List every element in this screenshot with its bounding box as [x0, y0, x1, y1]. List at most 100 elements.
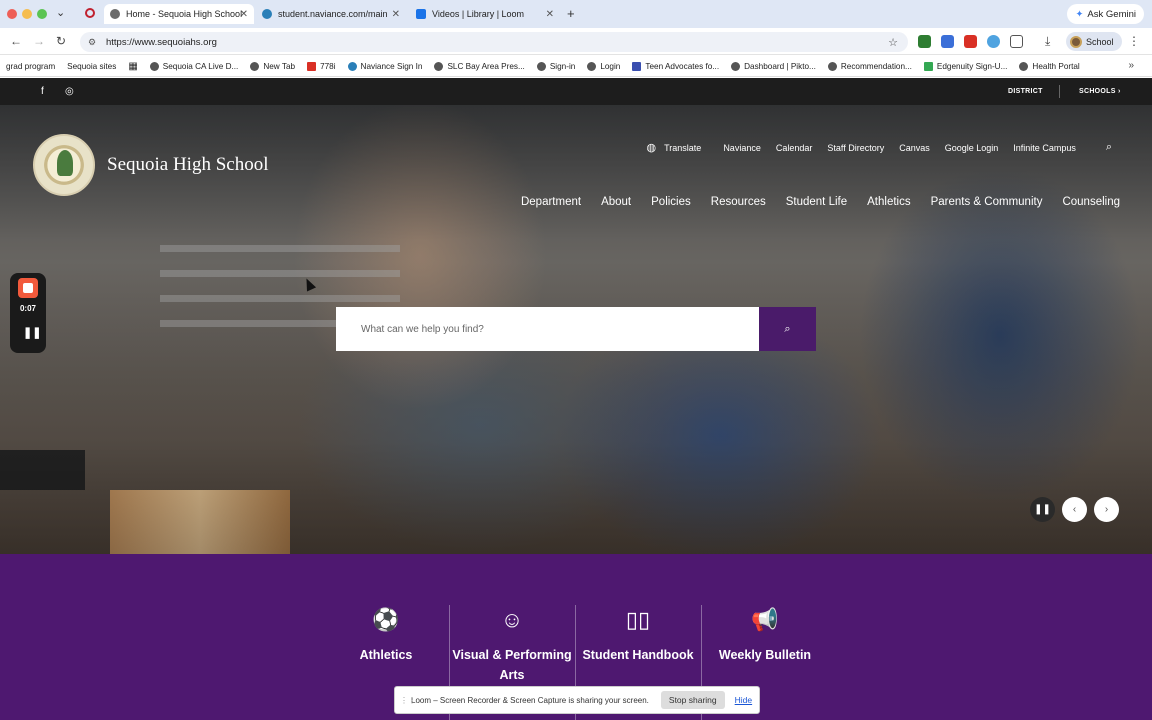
address-toolbar: ← → ↻ ⚙ https://www.sequoiahs.org ☆ ⤓: [0, 28, 1152, 55]
schools-link[interactable]: SCHOOLS ›: [1079, 88, 1121, 95]
back-button[interactable]: ←: [10, 34, 22, 48]
site-info-icon[interactable]: ⚙: [88, 37, 98, 47]
quick-link-label: Visual & Performing Arts: [452, 648, 572, 682]
chevron-right-icon: ›: [1104, 504, 1109, 515]
reload-button[interactable]: ↻: [56, 34, 66, 48]
browser-menu-icon[interactable]: ⋮: [1128, 34, 1140, 48]
avatar: [1070, 35, 1082, 48]
bookmark-item[interactable]: Teen Advocates fo...: [632, 61, 719, 71]
stop-recording-button[interactable]: [18, 278, 38, 298]
nav-student-life[interactable]: Student Life: [786, 196, 847, 208]
maximize-window-icon[interactable]: [37, 9, 47, 19]
theater-masks-icon: ☺: [500, 607, 524, 632]
slideshow-pause-button[interactable]: ❚❚: [1030, 497, 1055, 522]
nav-about[interactable]: About: [601, 196, 631, 208]
bookmark-item[interactable]: Sign-in: [536, 61, 576, 71]
site-search-button[interactable]: ⌕: [759, 307, 816, 351]
bookmark-label: Health Portal: [1032, 61, 1080, 71]
tab-search-icon[interactable]: ⌄: [56, 6, 65, 19]
bookmark-item[interactable]: Naviance Sign In: [347, 61, 423, 71]
translate-link[interactable]: Translate: [664, 143, 701, 153]
calendar-link[interactable]: Calendar: [776, 143, 813, 153]
site-icon: [632, 61, 642, 71]
bookmark-label: Naviance Sign In: [360, 61, 423, 71]
bookmark-label: Sign-in: [549, 61, 576, 71]
login-icon: [587, 61, 597, 71]
close-tab-icon[interactable]: ✕: [392, 9, 400, 20]
gmail-icon: [307, 61, 317, 71]
url-bar[interactable]: ⚙ https://www.sequoiahs.org ☆: [80, 32, 908, 52]
close-tab-icon[interactable]: ✕: [546, 9, 554, 20]
tab-sequoia-home[interactable]: Home - Sequoia High School ✕: [104, 4, 254, 24]
book-icon: ▯▯: [625, 607, 651, 632]
pause-recording-button[interactable]: ❚❚: [23, 326, 41, 339]
bookmark-item[interactable]: SLC Bay Area Pres...: [434, 61, 525, 71]
bookmark-item[interactable]: Recommendation...: [827, 61, 912, 71]
school-name[interactable]: Sequoia High School: [107, 154, 269, 176]
nav-resources[interactable]: Resources: [711, 196, 766, 208]
bookmark-label: Sequoia sites: [67, 61, 117, 71]
hide-button[interactable]: Hide: [735, 695, 752, 705]
bookmark-item[interactable]: Login: [587, 61, 620, 71]
forward-button[interactable]: →: [33, 34, 45, 48]
site-search-input[interactable]: What can we help you find?: [336, 307, 759, 351]
close-window-icon[interactable]: [7, 9, 17, 19]
ask-gemini-button[interactable]: ✦ Ask Gemini: [1067, 4, 1144, 24]
slideshow-next-button[interactable]: ›: [1094, 497, 1119, 522]
bookmark-item[interactable]: Health Portal: [1019, 61, 1080, 71]
facebook-icon[interactable]: f: [41, 86, 44, 97]
nav-athletics[interactable]: Athletics: [867, 196, 910, 208]
extension-icon[interactable]: [964, 35, 977, 48]
apps-grid-icon[interactable]: ▦: [128, 61, 137, 72]
drag-handle-icon[interactable]: ⋮⋮: [400, 696, 416, 705]
stop-sharing-button[interactable]: Stop sharing: [660, 691, 725, 709]
main-nav: Department About Policies Resources Stud…: [501, 196, 1152, 208]
bookmark-sequoia-sites[interactable]: Sequoia sites: [67, 62, 116, 71]
globe-icon: [262, 9, 272, 19]
nav-policies[interactable]: Policies: [651, 196, 691, 208]
new-tab-button[interactable]: +: [567, 6, 575, 21]
profile-chip[interactable]: School: [1066, 32, 1122, 51]
hero-banner: Sequoia High School ◍ Translate Naviance…: [0, 105, 1152, 554]
staff-directory-link[interactable]: Staff Directory: [827, 143, 884, 153]
download-icon[interactable]: ⤓: [1045, 34, 1050, 49]
bookmark-item[interactable]: Edgenuity Sign-U...: [923, 61, 1007, 71]
district-link[interactable]: DISTRICT: [1008, 88, 1043, 95]
bookmark-item[interactable]: Sequoia CA Live D...: [149, 61, 239, 71]
extensions-puzzle-icon[interactable]: [1010, 35, 1023, 48]
nav-counseling[interactable]: Counseling: [1062, 196, 1120, 208]
globe-icon[interactable]: ◍: [647, 141, 657, 154]
nav-parents-community[interactable]: Parents & Community: [931, 196, 1043, 208]
google-login-link[interactable]: Google Login: [945, 143, 999, 153]
screen-share-notification: ⋮⋮ Loom – Screen Recorder & Screen Captu…: [394, 686, 760, 714]
canvas-link[interactable]: Canvas: [899, 143, 930, 153]
nav-department[interactable]: Department: [521, 196, 581, 208]
extension-icon[interactable]: [918, 35, 931, 48]
instagram-icon[interactable]: ◎: [65, 86, 74, 97]
globe-icon: [250, 61, 260, 71]
naviance-link[interactable]: Naviance: [723, 143, 761, 153]
bookmark-item[interactable]: New Tab: [250, 61, 295, 71]
bookmark-item[interactable]: 778i: [307, 61, 336, 71]
bookmark-label: Sequoia CA Live D...: [162, 61, 239, 71]
tab-naviance[interactable]: student.naviance.com/main ✕: [256, 4, 406, 24]
school-seal-logo[interactable]: [33, 134, 95, 196]
bookmark-star-icon[interactable]: ☆: [888, 36, 898, 49]
tab-loom-library[interactable]: Videos | Library | Loom ✕: [410, 4, 560, 24]
close-tab-icon[interactable]: ✕: [240, 9, 248, 20]
bookmark-label: Recommendation...: [840, 61, 912, 71]
bookmark-item[interactable]: Dashboard | Pikto...: [731, 61, 816, 71]
loom-icon: [416, 9, 426, 19]
minimize-window-icon[interactable]: [22, 9, 32, 19]
quick-link-label: Weekly Bulletin: [718, 648, 812, 662]
extension-icon[interactable]: [987, 35, 1000, 48]
search-icon[interactable]: ⌕: [1106, 141, 1112, 154]
globe-icon: [1019, 61, 1029, 71]
globe-icon: [434, 61, 444, 71]
infinite-campus-link[interactable]: Infinite Campus: [1013, 143, 1076, 153]
bookmark-label: Dashboard | Pikto...: [744, 61, 816, 71]
more-bookmarks-icon[interactable]: »: [1128, 60, 1134, 71]
slideshow-prev-button[interactable]: ‹: [1062, 497, 1087, 522]
bookmark-grad-program[interactable]: grad program: [6, 62, 55, 71]
extension-icon[interactable]: [941, 35, 954, 48]
